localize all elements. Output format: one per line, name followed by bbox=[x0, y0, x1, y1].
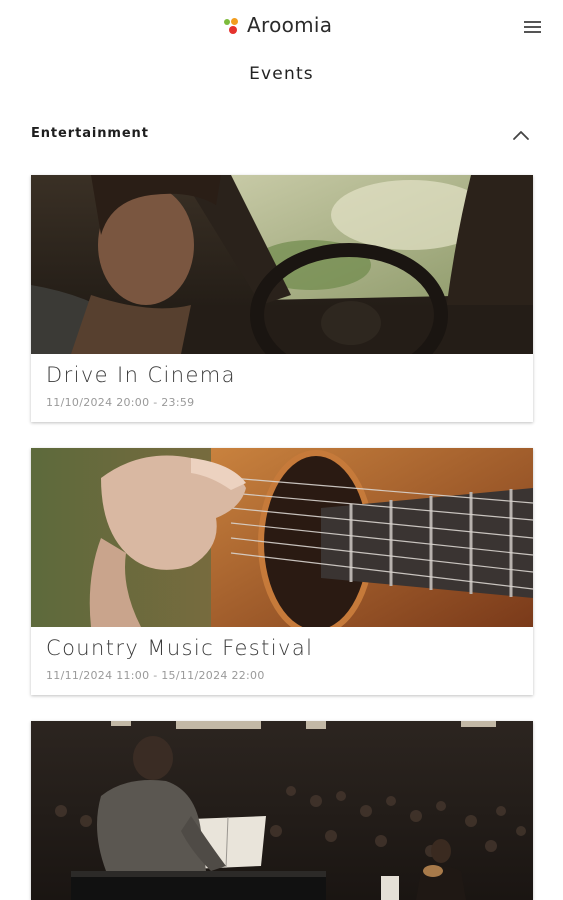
page-title: Events bbox=[249, 64, 314, 84]
event-card[interactable]: Drive In Cinema 11/10/2024 20:00 - 23:59 bbox=[31, 175, 533, 422]
menu-bar bbox=[523, 21, 541, 23]
top-bar: Aroomia bbox=[0, 0, 563, 52]
event-date: 11/11/2024 11:00 - 15/11/2024 22:00 bbox=[46, 669, 265, 682]
event-card-body: Drive In Cinema 11/10/2024 20:00 - 23:59 bbox=[31, 354, 533, 422]
event-title: Country Music Festival bbox=[46, 636, 314, 660]
app-name: Aroomia bbox=[247, 13, 333, 37]
event-image-drive-in-cinema bbox=[31, 175, 533, 354]
logo-dot-green bbox=[224, 19, 230, 25]
section-title: Entertainment bbox=[31, 126, 149, 141]
event-card[interactable]: Country Music Festival 11/11/2024 11:00 … bbox=[31, 448, 533, 695]
logo-dot-orange bbox=[231, 18, 238, 25]
event-date: 11/10/2024 20:00 - 23:59 bbox=[46, 396, 195, 409]
app-logo[interactable]: Aroomia bbox=[223, 12, 332, 38]
event-image-country-music-festival bbox=[31, 448, 533, 627]
menu-bar bbox=[523, 26, 541, 28]
event-card[interactable] bbox=[31, 721, 533, 900]
chevron-up-icon[interactable] bbox=[511, 126, 531, 146]
event-image-concert bbox=[31, 721, 533, 900]
hamburger-menu-icon[interactable] bbox=[519, 14, 545, 40]
menu-bar bbox=[523, 31, 541, 33]
logo-mark-icon bbox=[223, 14, 245, 36]
section-header-entertainment[interactable]: Entertainment bbox=[30, 120, 535, 150]
event-title: Drive In Cinema bbox=[46, 363, 236, 387]
logo-dot-red bbox=[229, 26, 237, 34]
event-card-body: Country Music Festival 11/11/2024 11:00 … bbox=[31, 627, 533, 695]
